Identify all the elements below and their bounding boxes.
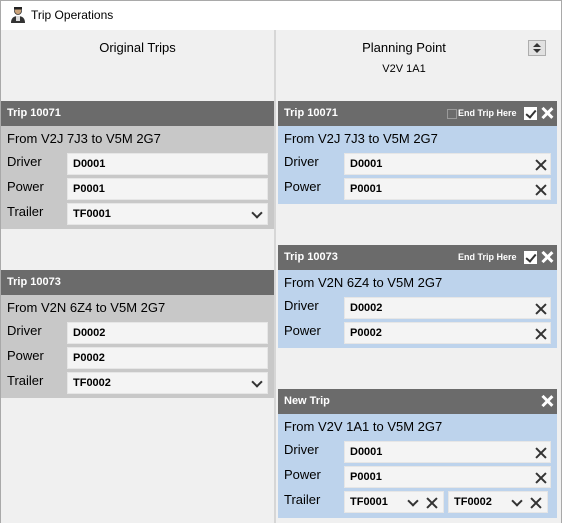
- trailer-label: Trailer: [284, 492, 321, 507]
- driver-label: Driver: [7, 323, 42, 338]
- power-value: P0001: [73, 183, 105, 195]
- driver-field[interactable]: D0001: [344, 153, 551, 175]
- power-value: P0001: [350, 471, 382, 483]
- window-title: Trip Operations: [31, 8, 114, 22]
- trip-header: New Trip: [278, 389, 557, 414]
- power-field[interactable]: P0002: [344, 322, 551, 344]
- clear-icon[interactable]: [534, 302, 548, 316]
- trip-route: From V2V 1A1 to V5M 2G7: [284, 419, 443, 434]
- chevron-down-icon[interactable]: [512, 497, 522, 507]
- trailer-value: TF0002: [454, 496, 492, 508]
- power-field[interactable]: P0001: [344, 466, 551, 488]
- trip-operations-window: Trip Operations Original Trips Trip 1007…: [0, 0, 562, 523]
- power-label: Power: [284, 323, 321, 338]
- clear-icon[interactable]: [529, 496, 543, 510]
- trip-title: Trip 10071: [7, 107, 61, 119]
- trip-header: Trip 10073 End Trip Here: [278, 245, 557, 270]
- end-trip-label: End Trip Here: [458, 252, 517, 262]
- driver-field[interactable]: D0001: [67, 153, 268, 175]
- original-trips-title: Original Trips: [99, 40, 176, 55]
- trip-route: From V2N 6Z4 to V5M 2G7: [7, 300, 166, 315]
- clear-icon[interactable]: [425, 496, 439, 510]
- clear-icon[interactable]: [534, 158, 548, 172]
- planning-trip-card: Trip 10071 End Trip Here From V2J 7J3 to…: [278, 101, 557, 204]
- user-icon: [11, 7, 25, 23]
- chevron-down-icon[interactable]: [252, 378, 262, 388]
- trip-title: Trip 10073: [284, 251, 338, 263]
- trailer-select[interactable]: TF0002: [448, 491, 548, 513]
- trip-title: New Trip: [284, 395, 330, 407]
- driver-value: D0001: [350, 158, 383, 170]
- clear-icon[interactable]: [534, 471, 548, 485]
- planning-point-pane: Planning Point V2V 1A1 Trip 10071 End Tr…: [276, 30, 561, 523]
- driver-label: Driver: [284, 154, 319, 169]
- trip-header: Trip 10071 End Trip Here: [278, 101, 557, 126]
- trailer-value: TF0002: [73, 377, 111, 389]
- trip-title: Trip 10071: [284, 107, 338, 119]
- power-field[interactable]: P0001: [344, 178, 551, 200]
- trailer-label: Trailer: [7, 373, 44, 388]
- trailer-select[interactable]: TF0001: [67, 203, 268, 225]
- trip-body: From V2N 6Z4 to V5M 2G7 Driver D0002 Pow…: [1, 295, 274, 398]
- driver-label: Driver: [284, 442, 319, 457]
- planning-point-spinner[interactable]: [528, 40, 546, 56]
- trailer-select[interactable]: TF0001: [344, 491, 444, 513]
- trip-body: From V2J 7J3 to V5M 2G7 Driver D0001 Pow…: [278, 126, 557, 204]
- trip-route: From V2N 6Z4 to V5M 2G7: [284, 275, 443, 290]
- power-field[interactable]: P0002: [67, 347, 268, 369]
- driver-field[interactable]: D0002: [344, 297, 551, 319]
- driver-field[interactable]: D0002: [67, 322, 268, 344]
- trip-body: From V2N 6Z4 to V5M 2G7 Driver D0002 Pow…: [278, 270, 557, 348]
- trip-header: Trip 10071: [1, 101, 274, 126]
- trailer-value: TF0001: [350, 496, 388, 508]
- planning-trip-card: Trip 10073 End Trip Here From V2N 6Z4 to…: [278, 245, 557, 348]
- close-icon[interactable]: [540, 250, 554, 264]
- driver-value: D0001: [350, 446, 383, 458]
- trailer-select[interactable]: TF0002: [67, 372, 268, 394]
- original-trip-card: Trip 10073 From V2N 6Z4 to V5M 2G7 Drive…: [1, 270, 274, 398]
- driver-label: Driver: [284, 298, 319, 313]
- trailer-value: TF0001: [73, 208, 111, 220]
- end-trip-checkbox-marker: [447, 109, 457, 119]
- trip-route: From V2J 7J3 to V5M 2G7: [7, 131, 161, 146]
- power-label: Power: [7, 179, 44, 194]
- original-trip-card: Trip 10071 From V2J 7J3 to V5M 2G7 Drive…: [1, 101, 274, 229]
- original-trips-pane: Original Trips Trip 10071 From V2J 7J3 t…: [1, 30, 274, 523]
- close-icon[interactable]: [540, 106, 554, 120]
- driver-value: D0002: [73, 327, 106, 339]
- driver-value: D0001: [73, 158, 106, 170]
- clear-icon[interactable]: [534, 446, 548, 460]
- new-trip-card: New Trip From V2V 1A1 to V5M 2G7 Driver …: [278, 389, 557, 518]
- planning-point-title: Planning Point: [362, 40, 446, 55]
- power-label: Power: [284, 467, 321, 482]
- driver-field[interactable]: D0001: [344, 441, 551, 463]
- end-trip-checkbox[interactable]: [524, 107, 537, 120]
- power-label: Power: [7, 348, 44, 363]
- trailer-label: Trailer: [7, 204, 44, 219]
- trip-title: Trip 10073: [7, 276, 61, 288]
- close-icon[interactable]: [540, 394, 554, 408]
- trip-body: From V2V 1A1 to V5M 2G7 Driver D0001 Pow…: [278, 414, 557, 518]
- chevron-down-icon[interactable]: [252, 209, 262, 219]
- power-value: P0002: [350, 327, 382, 339]
- end-trip-label: End Trip Here: [458, 108, 517, 118]
- clear-icon[interactable]: [534, 183, 548, 197]
- driver-label: Driver: [7, 154, 42, 169]
- chevron-down-icon[interactable]: [408, 497, 418, 507]
- end-trip-checkbox[interactable]: [524, 251, 537, 264]
- clear-icon[interactable]: [534, 327, 548, 341]
- power-value: P0001: [350, 183, 382, 195]
- driver-value: D0002: [350, 302, 383, 314]
- planning-point-subtitle: V2V 1A1: [382, 63, 426, 75]
- trip-route: From V2J 7J3 to V5M 2G7: [284, 131, 438, 146]
- power-value: P0002: [73, 352, 105, 364]
- power-field[interactable]: P0001: [67, 178, 268, 200]
- trip-header: Trip 10073: [1, 270, 274, 295]
- title-bar: Trip Operations: [1, 1, 561, 30]
- trip-body: From V2J 7J3 to V5M 2G7 Driver D0001 Pow…: [1, 126, 274, 229]
- power-label: Power: [284, 179, 321, 194]
